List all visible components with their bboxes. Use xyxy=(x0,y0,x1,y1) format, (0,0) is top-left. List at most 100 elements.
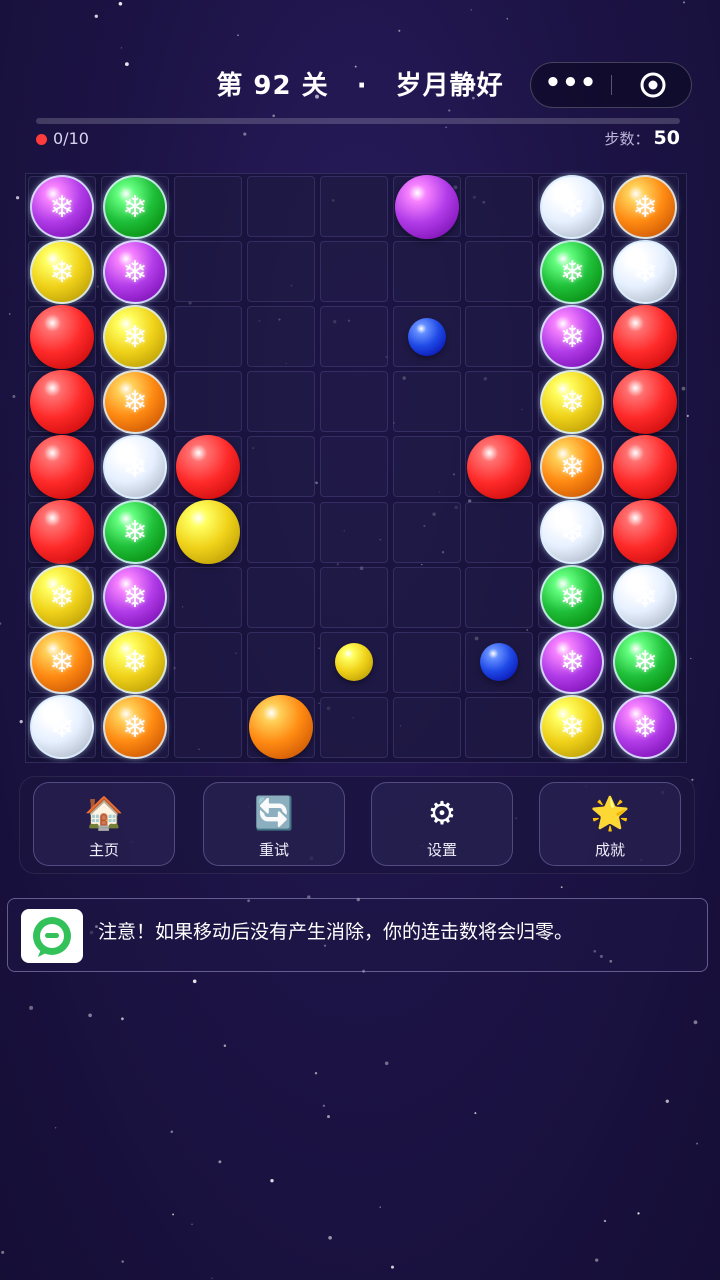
board-cell[interactable] xyxy=(173,241,242,303)
board-cell[interactable] xyxy=(465,566,534,628)
refresh-icon: 🔄 xyxy=(254,794,294,832)
purple-frozen-ball[interactable]: ❄ xyxy=(102,565,167,630)
white-frozen-ball[interactable]: ❄ xyxy=(102,434,167,499)
purple-frozen-ball[interactable]: ❄ xyxy=(613,695,678,760)
star-dot xyxy=(121,1260,124,1263)
purple-ball[interactable] xyxy=(394,174,459,239)
star-dot xyxy=(88,1013,92,1018)
white-frozen-ball[interactable]: ❄ xyxy=(540,500,605,564)
board-cell[interactable] xyxy=(465,306,534,368)
red-ball[interactable] xyxy=(30,369,94,434)
board-cell[interactable] xyxy=(246,306,315,368)
board-cell[interactable] xyxy=(319,501,388,563)
board-cell[interactable] xyxy=(319,371,388,433)
board-cell[interactable] xyxy=(246,501,315,563)
yellow-frozen-ball[interactable]: ❄ xyxy=(30,565,94,630)
yellow-next-ball-preview[interactable] xyxy=(334,643,373,682)
red-ball[interactable] xyxy=(175,434,240,499)
yellow-frozen-ball[interactable]: ❄ xyxy=(540,369,605,434)
board-cell[interactable] xyxy=(246,241,315,303)
board-cell[interactable] xyxy=(465,371,534,433)
board-cell[interactable] xyxy=(319,696,388,758)
orange-frozen-ball[interactable]: ❄ xyxy=(102,369,167,434)
board-cell[interactable] xyxy=(173,696,242,758)
red-ball[interactable] xyxy=(30,500,94,564)
orange-frozen-ball[interactable]: ❄ xyxy=(102,695,167,760)
board-cell[interactable] xyxy=(465,696,534,758)
close-target-icon[interactable] xyxy=(639,71,667,99)
more-menu-button[interactable]: ••• xyxy=(531,63,611,107)
green-frozen-ball[interactable]: ❄ xyxy=(613,630,678,695)
board-cell[interactable] xyxy=(465,241,534,303)
level-number: 92 xyxy=(253,71,292,101)
star-dot xyxy=(379,1206,381,1208)
yellow-frozen-ball[interactable]: ❄ xyxy=(102,630,167,695)
white-frozen-ball[interactable]: ❄ xyxy=(613,239,678,304)
steps-label: 步数： xyxy=(604,130,650,148)
board-cell[interactable] xyxy=(246,436,315,498)
green-frozen-ball[interactable]: ❄ xyxy=(540,565,605,630)
red-ball[interactable] xyxy=(613,434,678,499)
board-cell[interactable] xyxy=(319,436,388,498)
red-ball[interactable] xyxy=(613,304,678,369)
retry-button[interactable]: 🔄 重试 xyxy=(203,782,345,866)
board-cell[interactable] xyxy=(392,436,461,498)
snowflake-icon: ❄ xyxy=(122,515,148,550)
blue-next-ball-preview[interactable] xyxy=(407,317,446,356)
board-cell[interactable] xyxy=(392,566,461,628)
red-ball[interactable] xyxy=(613,500,678,564)
board-cell[interactable] xyxy=(173,566,242,628)
board-cell[interactable] xyxy=(319,176,388,237)
board-cell[interactable] xyxy=(246,371,315,433)
yellow-frozen-ball[interactable]: ❄ xyxy=(102,304,167,369)
white-frozen-ball[interactable]: ❄ xyxy=(540,174,605,239)
home-button[interactable]: 🏠 主页 xyxy=(33,782,175,866)
snowflake-icon: ❄ xyxy=(559,189,585,225)
orange-frozen-ball[interactable]: ❄ xyxy=(613,174,678,239)
board-cell[interactable] xyxy=(319,241,388,303)
red-ball[interactable] xyxy=(467,434,532,499)
board-cell[interactable] xyxy=(173,371,242,433)
orange-frozen-ball[interactable]: ❄ xyxy=(540,434,605,499)
settings-button[interactable]: ⚙ 设置 xyxy=(371,782,513,866)
board-cell[interactable] xyxy=(392,241,461,303)
board-cell[interactable] xyxy=(173,306,242,368)
board-cell[interactable] xyxy=(173,176,242,237)
board-cell[interactable] xyxy=(465,501,534,563)
capsule-divider xyxy=(611,75,612,95)
board-cell[interactable] xyxy=(392,371,461,433)
red-ball[interactable] xyxy=(613,369,678,434)
purple-frozen-ball[interactable]: ❄ xyxy=(102,239,167,304)
white-frozen-ball[interactable]: ❄ xyxy=(613,565,678,630)
yellow-frozen-ball[interactable]: ❄ xyxy=(540,695,605,760)
white-frozen-ball[interactable]: ❄ xyxy=(30,695,94,760)
board-cell[interactable] xyxy=(465,176,534,237)
red-ball[interactable] xyxy=(30,434,94,499)
green-frozen-ball[interactable]: ❄ xyxy=(102,174,167,239)
star-dot xyxy=(398,29,401,32)
purple-frozen-ball[interactable]: ❄ xyxy=(540,304,605,369)
orange-frozen-ball[interactable]: ❄ xyxy=(30,630,94,695)
green-frozen-ball[interactable]: ❄ xyxy=(540,239,605,304)
board-cell[interactable] xyxy=(392,501,461,563)
board-cell[interactable] xyxy=(246,631,315,693)
board-cell[interactable] xyxy=(319,306,388,368)
star-dot xyxy=(12,395,16,398)
board-cell[interactable] xyxy=(392,696,461,758)
board-cell[interactable] xyxy=(173,631,242,693)
board-cell[interactable] xyxy=(319,566,388,628)
green-frozen-ball[interactable]: ❄ xyxy=(102,500,167,564)
board-cell[interactable] xyxy=(246,566,315,628)
red-ball[interactable] xyxy=(30,304,94,369)
orange-ball[interactable] xyxy=(248,695,313,760)
snowflake-icon: ❄ xyxy=(122,254,148,290)
board-cell[interactable] xyxy=(392,631,461,693)
snowflake-icon: ❄ xyxy=(632,189,658,225)
board-cell[interactable] xyxy=(246,176,315,237)
purple-frozen-ball[interactable]: ❄ xyxy=(30,174,94,239)
yellow-frozen-ball[interactable]: ❄ xyxy=(30,239,94,304)
yellow-ball[interactable] xyxy=(175,500,240,564)
achievements-button[interactable]: 🌟 成就 xyxy=(539,782,681,866)
purple-frozen-ball[interactable]: ❄ xyxy=(540,630,605,695)
snowflake-icon: ❄ xyxy=(559,319,585,355)
